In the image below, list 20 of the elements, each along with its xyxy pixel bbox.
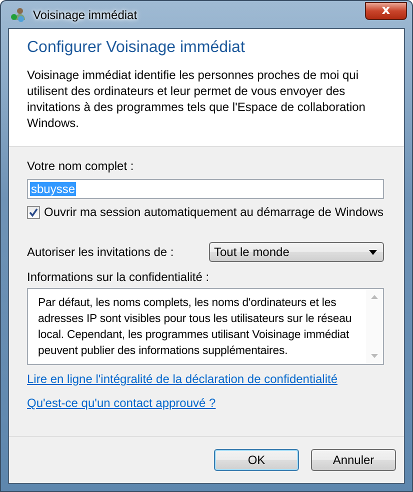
scroll-up-icon[interactable] [371,295,378,299]
dialog-button[interactable]: Annuler [311,449,396,471]
privacy-text-area[interactable]: Par défaut, les noms complets, les noms d'ordinateurs et les adresses IP sont visibles pour tous les utilisateurs sur le réseau local. Cependant, les programmes utilisant Voisinage immédiat peuvent publier des informations supplémentaires. [27,288,384,365]
close-button[interactable]: x [365,2,407,20]
field-label: Votre nom complet : [27,159,135,173]
window-title: Voisinage immédiat [33,8,138,22]
dialog-heading: Configurer Voisinage immédiat [27,39,246,57]
dropdown-arrow-icon [369,250,377,254]
checkbox[interactable] [27,206,40,218]
dropdown-label: Autoriser les invitations de : [27,245,175,259]
people-icon [9,6,27,24]
dialog-button[interactable]: OK [214,449,299,471]
section-label: Informations sur la confidentialité : [27,270,210,284]
help-link[interactable]: Qu'est-ce qu'un contact approuvé ? [27,396,216,410]
invitations-dropdown[interactable]: Tout le monde [209,242,384,262]
checkbox-label: Ouvrir ma session automatiquement au démarrage de Windows [44,205,384,219]
intro-paragraph: Voisinage immédiat identifie les personnes proches de moi qui utilisent des ordinateurs et leur permet de vous envoyer des invitations à des programmes tels que l'Espace de collaboration Windows. [27,67,366,131]
scroll-down-icon[interactable] [371,354,378,358]
scrollbar[interactable] [366,289,383,364]
help-link[interactable]: Lire en ligne l'intégralité de la déclaration de confidentialité [27,372,338,386]
